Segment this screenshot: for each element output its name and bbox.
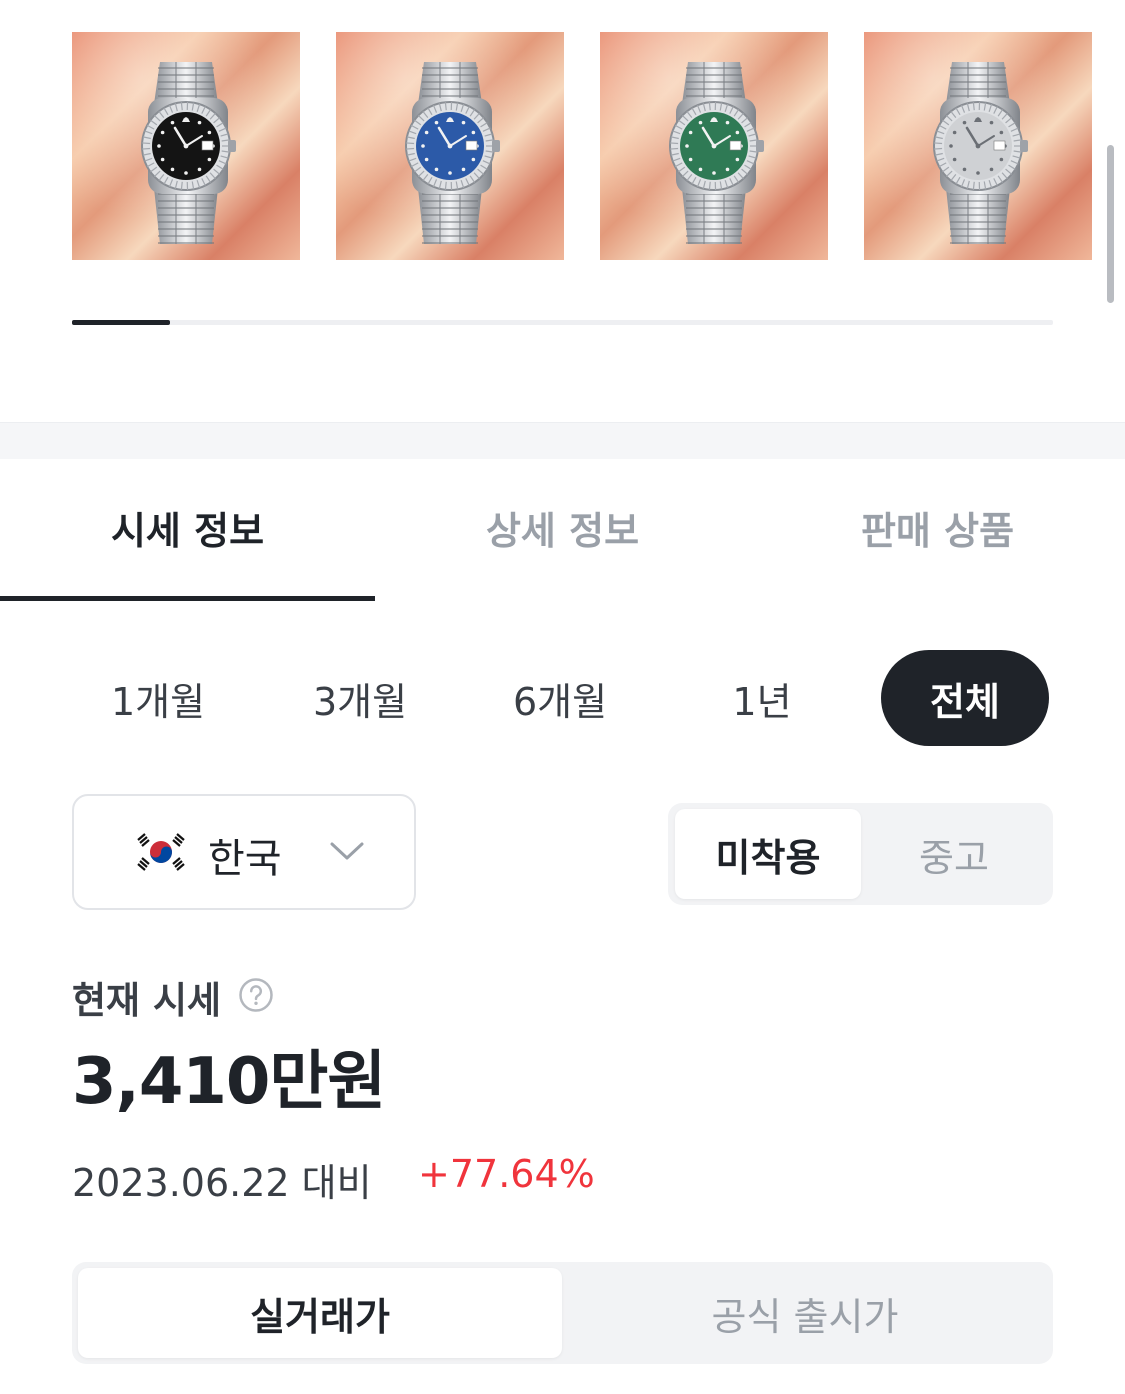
price-type-toggle: 실거래가 공식 출시가	[72, 1262, 1053, 1364]
carousel-progress-indicator	[72, 320, 170, 325]
product-image-carousel[interactable]	[72, 32, 1125, 262]
period-1-year[interactable]: 1년	[678, 650, 846, 746]
page-scrollbar[interactable]	[1107, 145, 1114, 303]
watch-thumbnail-black[interactable]	[72, 32, 300, 260]
watch-thumbnail-blue[interactable]	[336, 32, 564, 260]
watch-silver-dial	[933, 62, 1028, 244]
compare-date-text: 2023.06.22 대비	[72, 1161, 372, 1205]
period-all[interactable]: 전체	[881, 650, 1049, 746]
condition-used[interactable]: 중고	[861, 809, 1047, 899]
question-mark-icon[interactable]	[238, 977, 274, 1013]
condition-unworn[interactable]: 미착용	[675, 809, 861, 899]
condition-toggle: 미착용 중고	[668, 803, 1053, 905]
watch-thumbnail-green[interactable]	[600, 32, 828, 260]
current-price-label: 현재 시세	[72, 979, 222, 1022]
period-selector: 1개월 3개월 6개월 1년 전체	[58, 650, 1058, 746]
watch-thumbnail-silver[interactable]	[864, 32, 1092, 260]
watch-black-dial	[141, 62, 236, 244]
tab-products-for-sale[interactable]: 판매 상품	[750, 458, 1125, 596]
country-label: 한국	[208, 836, 282, 882]
period-1-month[interactable]: 1개월	[74, 650, 242, 746]
price-type-official-retail[interactable]: 공식 출시가	[563, 1268, 1047, 1358]
carousel-progress-track	[72, 320, 1053, 325]
price-change-percent: +77.64%	[418, 1152, 595, 1196]
watch-blue-dial	[405, 62, 500, 244]
active-tab-indicator	[0, 596, 375, 601]
period-3-months[interactable]: 3개월	[276, 650, 444, 746]
watch-green-dial	[669, 62, 764, 244]
detail-tabs: 시세 정보 상세 정보 판매 상품	[0, 458, 1125, 601]
tab-market-price[interactable]: 시세 정보	[0, 458, 375, 596]
current-price-value: 3,410만원	[72, 1045, 386, 1119]
period-6-months[interactable]: 6개월	[476, 650, 644, 746]
country-select[interactable]: 한국	[72, 794, 416, 910]
tab-details[interactable]: 상세 정보	[375, 458, 750, 596]
korea-flag-icon	[137, 833, 185, 871]
price-type-actual-transaction[interactable]: 실거래가	[78, 1268, 562, 1358]
section-divider	[0, 422, 1125, 459]
chevron-down-icon	[330, 842, 364, 860]
